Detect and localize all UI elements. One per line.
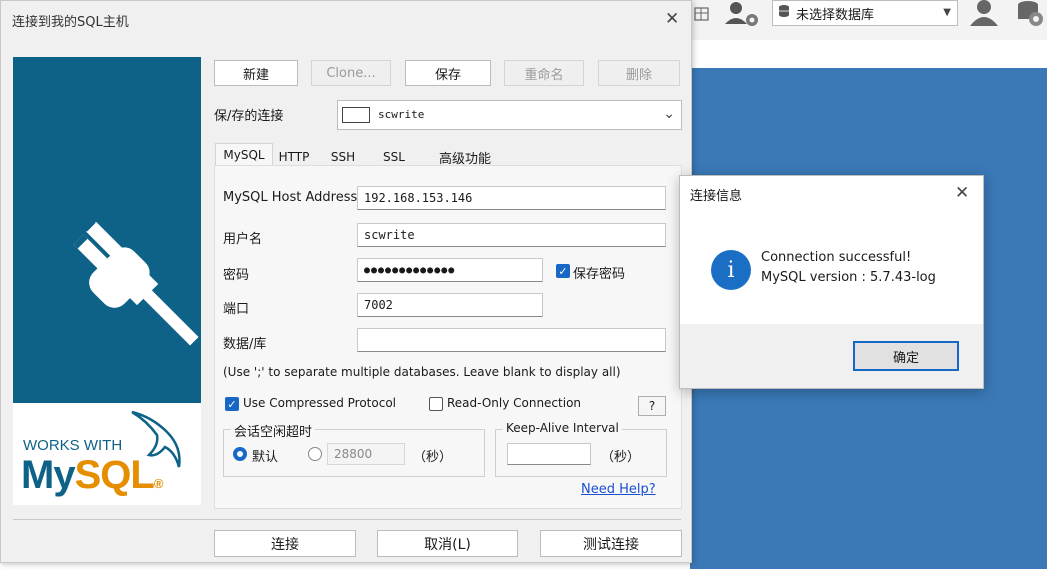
info-line-2: MySQL version : 5.7.43-log	[761, 270, 936, 285]
tab-ssh[interactable]: SSH	[323, 147, 363, 167]
keepalive-seconds-label: （秒）	[601, 450, 641, 465]
database-select[interactable]: 未选择数据库 ▼	[772, 0, 958, 26]
database-icon	[778, 4, 790, 22]
info-icon: i	[711, 250, 751, 290]
rename-button[interactable]: 重命名	[504, 60, 584, 86]
table-icon[interactable]	[694, 4, 710, 22]
saved-connection-value: scwrite	[378, 108, 425, 121]
host-label: MySQL Host Address	[223, 190, 358, 205]
password-input[interactable]: ●●●●●●●●●●●●●	[357, 258, 543, 282]
readonly-label[interactable]: Read-Only Connection	[447, 396, 581, 410]
database-settings-icon[interactable]	[1016, 0, 1046, 28]
database-label: 数据/库	[223, 337, 267, 352]
connect-button[interactable]: 连接	[214, 530, 356, 557]
info-line-1: Connection successful!	[761, 250, 912, 265]
works-with-text: WORKS WITH	[23, 437, 123, 454]
mysql-logo-panel: WORKS WITH MySQL®	[13, 57, 201, 505]
tab-advanced[interactable]: 高级功能	[429, 147, 501, 167]
info-dialog-title: 连接信息	[690, 189, 743, 204]
chevron-down-icon: ⌄	[663, 106, 675, 122]
connect-dialog: 连接到我的SQL主机 ✕ WORKS WITH MySQL® 新建 Clone.…	[0, 0, 692, 563]
close-icon[interactable]: ✕	[665, 9, 679, 29]
user-icon[interactable]	[968, 0, 1000, 26]
timeout-input[interactable]: 28800	[327, 443, 405, 465]
ok-button[interactable]: 确定	[853, 341, 959, 371]
tab-mysql[interactable]: MySQL	[215, 143, 273, 166]
close-icon[interactable]: ✕	[955, 183, 969, 203]
saved-connection-label: 保/存的连接	[214, 109, 284, 124]
save-password-checkbox[interactable]: ✓	[556, 264, 570, 278]
default-radio-label[interactable]: 默认	[252, 446, 278, 465]
tab-http[interactable]: HTTP	[273, 147, 315, 167]
port-label: 端口	[223, 302, 250, 317]
tab-ssl[interactable]: SSL	[374, 147, 414, 167]
footer-divider	[13, 519, 681, 520]
password-label: 密码	[223, 268, 250, 283]
chevron-down-icon: ▼	[943, 7, 951, 18]
session-timeout-label: 会话空闲超时	[231, 421, 316, 440]
user-settings-icon[interactable]	[722, 0, 762, 28]
save-button[interactable]: 保存	[405, 60, 491, 86]
delete-button[interactable]: 删除	[598, 60, 680, 86]
timeout-seconds-label: （秒）	[413, 450, 453, 465]
default-radio[interactable]	[233, 447, 247, 461]
cancel-button[interactable]: 取消(L)	[377, 530, 518, 557]
database-hint: (Use ';' to separate multiple databases.…	[223, 365, 621, 379]
connection-color-swatch	[342, 107, 370, 123]
plug-icon	[73, 210, 199, 346]
user-label: 用户名	[223, 232, 263, 247]
new-button[interactable]: 新建	[214, 60, 298, 86]
test-connection-button[interactable]: 测试连接	[540, 530, 682, 557]
connection-info-dialog: 连接信息 ✕ i Connection successful! MySQL ve…	[679, 175, 984, 389]
need-help-link[interactable]: Need Help?	[581, 482, 656, 497]
help-button[interactable]: ?	[638, 396, 666, 416]
compressed-protocol-label[interactable]: Use Compressed Protocol	[243, 396, 396, 410]
user-input[interactable]: scwrite	[357, 223, 666, 247]
database-input[interactable]	[357, 328, 666, 352]
compressed-protocol-checkbox[interactable]: ✓	[225, 397, 239, 411]
database-select-value: 未选择数据库	[796, 7, 875, 23]
host-input[interactable]: 192.168.153.146	[357, 186, 666, 210]
saved-connection-select[interactable]: scwrite ⌄	[337, 100, 682, 130]
keepalive-input[interactable]	[507, 443, 591, 465]
readonly-checkbox[interactable]	[429, 397, 443, 411]
port-input[interactable]: 7002	[357, 293, 543, 317]
clone-button[interactable]: Clone...	[311, 60, 391, 86]
custom-timeout-radio[interactable]	[308, 447, 322, 461]
dialog-title: 连接到我的SQL主机	[12, 15, 129, 30]
save-password-label[interactable]: 保存密码	[573, 263, 625, 282]
keepalive-label: Keep-Alive Interval	[503, 421, 622, 435]
plug-banner	[13, 57, 201, 403]
dolphin-icon	[131, 410, 181, 468]
